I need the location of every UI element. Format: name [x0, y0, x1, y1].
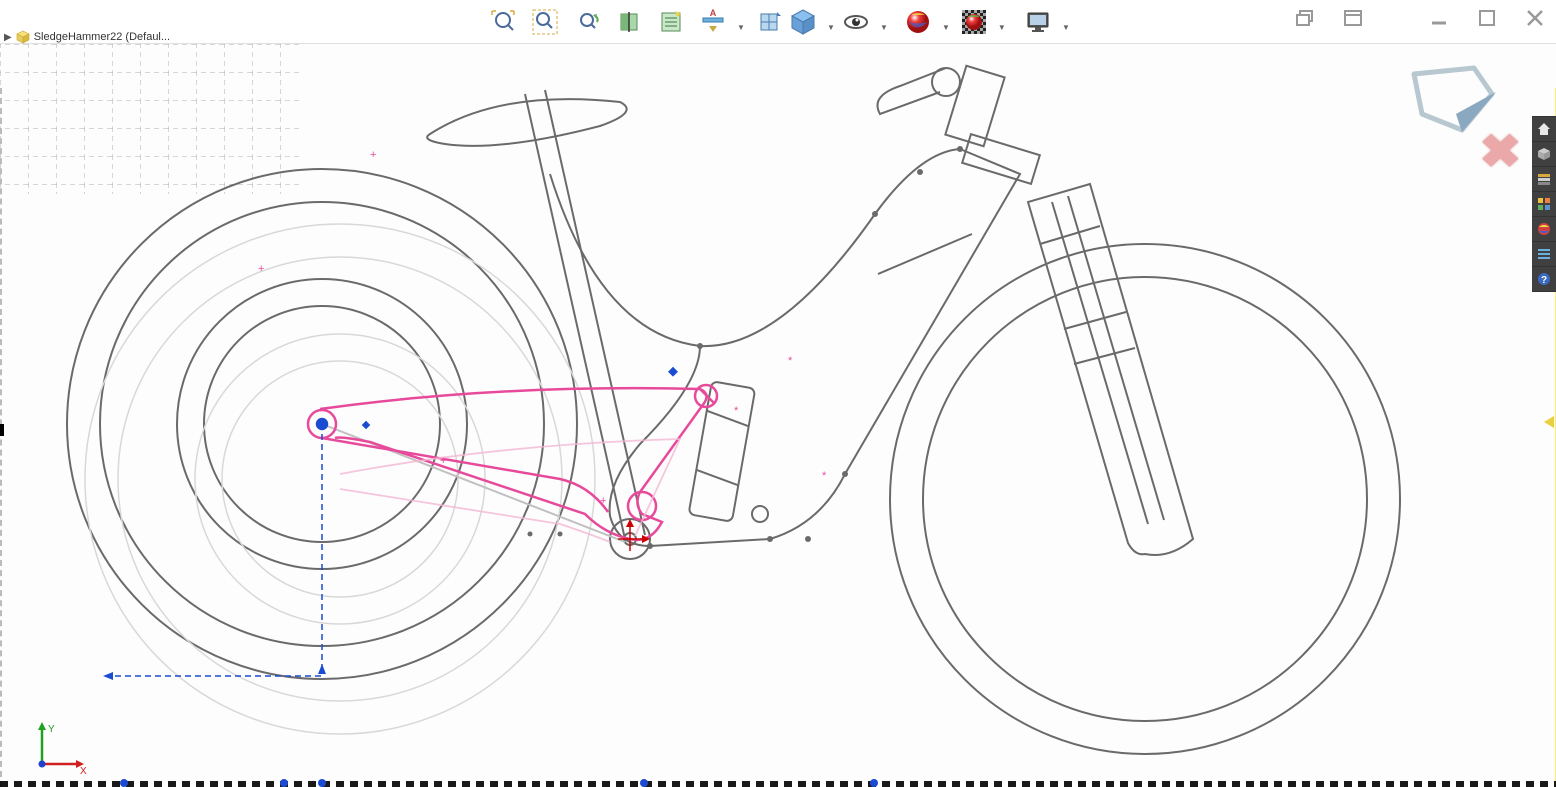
heads-up-toolbar: ▶ SledgeHammer22 (Defaul...: [0, 0, 1556, 44]
view-orientation-button[interactable]: [751, 4, 787, 40]
view-tools-group: A ▼ ▼: [485, 4, 801, 40]
svg-text:A: A: [710, 8, 717, 18]
task-presets-button[interactable]: [1532, 192, 1556, 216]
tree-root-label: SledgeHammer22 (Defaul...: [34, 31, 170, 43]
maximize-button[interactable]: [1472, 6, 1502, 30]
window-controls: [1290, 6, 1550, 30]
part-icon: [16, 30, 30, 44]
left-origin-tick: [0, 424, 8, 441]
axis-triad: X Y: [28, 722, 88, 781]
bottom-edge-markers: [0, 775, 1556, 787]
svg-text:*: *: [788, 355, 793, 367]
graphics-viewport[interactable]: + + + + * * * ✖: [0, 44, 1556, 787]
feature-tree-root[interactable]: ▶ SledgeHammer22 (Defaul...: [4, 30, 170, 44]
sketch-origin-icon: [618, 519, 650, 551]
svg-text:*: *: [734, 405, 739, 417]
sketch-cancel-x-icon[interactable]: ✖: [1480, 124, 1522, 178]
display-style-dropdown[interactable]: ▼: [737, 23, 745, 32]
task-geometry-button[interactable]: [1532, 142, 1556, 166]
minimize-button[interactable]: [1424, 6, 1454, 30]
svg-text:+: +: [440, 455, 446, 467]
section-view-button[interactable]: [611, 4, 647, 40]
task-help-button[interactable]: ?: [1532, 267, 1556, 291]
svg-text:Y: Y: [48, 724, 55, 735]
restore-down-button[interactable]: [1290, 6, 1320, 30]
display-style-button[interactable]: A: [695, 4, 731, 40]
svg-text:X: X: [80, 766, 87, 777]
svg-text:+: +: [258, 263, 264, 275]
svg-text:?: ?: [1541, 275, 1547, 286]
tree-expand-arrow[interactable]: ▶: [4, 32, 12, 43]
view-settings-group: ▼: [1020, 4, 1070, 40]
view-settings-button[interactable]: [1020, 4, 1056, 40]
svg-text:+: +: [370, 149, 376, 161]
appearance-group: ▼ ▼: [900, 4, 1006, 40]
render-cube-button[interactable]: [785, 4, 821, 40]
hide-show-dropdown[interactable]: ▼: [880, 23, 888, 32]
scene-dropdown[interactable]: ▼: [998, 23, 1006, 32]
svg-text:+: +: [600, 495, 606, 507]
zoom-fit-button[interactable]: [485, 4, 521, 40]
right-scroll-marker: [1544, 416, 1554, 428]
hide-show-button[interactable]: [838, 4, 874, 40]
close-button[interactable]: [1520, 6, 1550, 30]
task-layers-button[interactable]: [1532, 167, 1556, 191]
render-cube-dropdown[interactable]: ▼: [827, 23, 835, 32]
view-settings-dropdown[interactable]: ▼: [1062, 23, 1070, 32]
sketch-grid: [0, 44, 300, 194]
task-pane: ?: [1532, 116, 1556, 292]
appearance-button[interactable]: [900, 4, 936, 40]
previous-view-button[interactable]: [569, 4, 605, 40]
zoom-area-button[interactable]: [527, 4, 563, 40]
task-options-button[interactable]: [1532, 242, 1556, 266]
svg-text:*: *: [822, 470, 827, 482]
render-group: ▼: [785, 4, 835, 40]
task-home-button[interactable]: [1532, 117, 1556, 141]
hide-show-group: ▼: [838, 4, 888, 40]
task-appearances-button[interactable]: [1532, 217, 1556, 241]
annotation-views-button[interactable]: [653, 4, 689, 40]
scene-button[interactable]: [956, 4, 992, 40]
arrange-windows-button[interactable]: [1338, 6, 1368, 30]
appearance-dropdown[interactable]: ▼: [942, 23, 950, 32]
